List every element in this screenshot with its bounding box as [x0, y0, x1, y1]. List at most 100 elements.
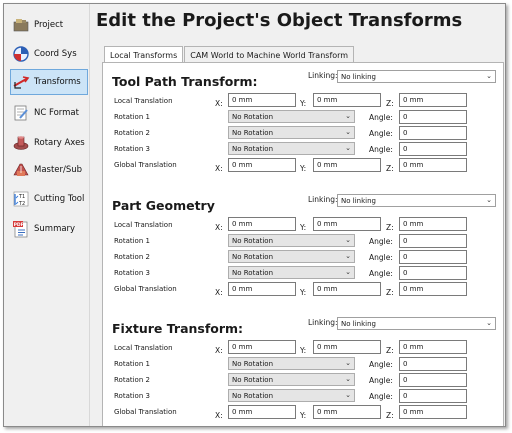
chevron-down-icon: ⌄ [486, 72, 492, 80]
local-x-field[interactable]: 0 mm [228, 217, 296, 231]
global-x-field[interactable]: 0 mm [228, 405, 296, 419]
rotation-2-select[interactable]: No Rotation ⌄ [228, 126, 355, 139]
chevron-down-icon: ⌄ [486, 196, 492, 204]
rotation-3-select[interactable]: No Rotation ⌄ [228, 389, 355, 402]
global-y-field[interactable]: 0 mm [313, 282, 381, 296]
rotation-3-label: Rotation 3 [114, 269, 150, 277]
chevron-down-icon: ⌄ [345, 252, 351, 260]
rotation-3-angle-field[interactable]: 0 [399, 142, 467, 156]
rotation-1-angle-field[interactable]: 0 [399, 357, 467, 371]
global-x-field[interactable]: 0 mm [228, 158, 296, 172]
rotation-2-select[interactable]: No Rotation ⌄ [228, 373, 355, 386]
local-translation-label: Local Translation [114, 97, 173, 105]
sidebar-item-label: Project [34, 20, 64, 30]
svg-text:T1: T1 [18, 194, 25, 200]
z-label: Z: [386, 346, 394, 355]
page-title: Edit the Project's Object Transforms [96, 10, 463, 31]
local-z-field[interactable]: 0 mm [399, 340, 467, 354]
project-icon [11, 15, 31, 35]
sidebar-item-label: Summary [34, 224, 76, 234]
rotation-1-angle-field[interactable]: 0 [399, 110, 467, 124]
master-sub-icon [11, 160, 31, 180]
local-translation-label: Local Translation [114, 344, 173, 352]
rotation-2-angle-field[interactable]: 0 [399, 250, 467, 264]
rotation-3-label: Rotation 3 [114, 145, 150, 153]
sidebar-item-summary[interactable]: PDF Summary [10, 216, 88, 242]
rotation-1-label: Rotation 1 [114, 360, 150, 368]
rotation-3-label: Rotation 3 [114, 392, 150, 400]
rotation-3-select[interactable]: No Rotation ⌄ [228, 266, 355, 279]
tab-cam-world-to-machine-world[interactable]: CAM World to Machine World Transform [184, 46, 355, 63]
linking-value: No linking [341, 72, 376, 81]
y-label: Y: [300, 411, 307, 420]
local-x-field[interactable]: 0 mm [228, 340, 296, 354]
rotation-value: No Rotation [232, 144, 274, 153]
x-label: X: [215, 411, 223, 420]
linking-label: Linking: [308, 71, 338, 80]
rotation-3-angle-field[interactable]: 0 [399, 266, 467, 280]
rotation-2-label: Rotation 2 [114, 129, 150, 137]
angle-label: Angle: [369, 360, 393, 369]
local-y-field[interactable]: 0 mm [313, 340, 381, 354]
coord-sys-icon [11, 44, 31, 64]
z-label: Z: [386, 164, 394, 173]
linking-select[interactable]: No linking ⌄ [337, 70, 496, 83]
rotation-value: No Rotation [232, 252, 274, 261]
sidebar-item-label: Cutting Tool [34, 194, 85, 204]
local-z-field[interactable]: 0 mm [399, 217, 467, 231]
part-geometry-section: Part Geometry Linking: No linking ⌄ Local… [103, 187, 503, 307]
x-label: X: [215, 99, 223, 108]
linking-value: No linking [341, 196, 376, 205]
local-z-field[interactable]: 0 mm [399, 93, 467, 107]
angle-label: Angle: [369, 376, 393, 385]
sidebar-item-label: Rotary Axes [34, 138, 85, 148]
z-label: Z: [386, 411, 394, 420]
rotation-1-select[interactable]: No Rotation ⌄ [228, 110, 355, 123]
angle-label: Angle: [369, 129, 393, 138]
local-y-field[interactable]: 0 mm [313, 217, 381, 231]
sidebar: Project Coord Sys Transforms NC Format R… [4, 4, 90, 426]
rotation-1-select[interactable]: No Rotation ⌄ [228, 234, 355, 247]
sidebar-item-rotary-axes[interactable]: Rotary Axes [10, 130, 88, 156]
rotation-value: No Rotation [232, 375, 274, 384]
sidebar-item-project[interactable]: Project [10, 12, 88, 38]
local-y-field[interactable]: 0 mm [313, 93, 381, 107]
angle-label: Angle: [369, 113, 393, 122]
rotation-2-angle-field[interactable]: 0 [399, 126, 467, 140]
rotation-2-select[interactable]: No Rotation ⌄ [228, 250, 355, 263]
linking-select[interactable]: No linking ⌄ [337, 194, 496, 207]
global-y-field[interactable]: 0 mm [313, 405, 381, 419]
x-label: X: [215, 223, 223, 232]
rotation-2-angle-field[interactable]: 0 [399, 373, 467, 387]
transforms-icon [11, 72, 31, 92]
x-label: X: [215, 288, 223, 297]
sidebar-item-coord-sys[interactable]: Coord Sys [10, 41, 88, 67]
sidebar-item-nc-format[interactable]: NC Format [10, 100, 88, 126]
sidebar-item-cutting-tool[interactable]: T1 T2 Cutting Tool [10, 186, 88, 212]
linking-select[interactable]: No linking ⌄ [337, 317, 496, 330]
global-translation-label: Global Translation [114, 161, 177, 169]
tool-path-transform-section: Tool Path Transform: Linking: No linking… [103, 63, 503, 183]
sidebar-item-transforms[interactable]: Transforms [10, 69, 88, 95]
global-y-field[interactable]: 0 mm [313, 158, 381, 172]
global-x-field[interactable]: 0 mm [228, 282, 296, 296]
rotation-2-label: Rotation 2 [114, 253, 150, 261]
global-z-field[interactable]: 0 mm [399, 282, 467, 296]
x-label: X: [215, 346, 223, 355]
rotation-3-select[interactable]: No Rotation ⌄ [228, 142, 355, 155]
rotation-3-angle-field[interactable]: 0 [399, 389, 467, 403]
z-label: Z: [386, 288, 394, 297]
global-z-field[interactable]: 0 mm [399, 158, 467, 172]
chevron-down-icon: ⌄ [345, 112, 351, 120]
global-z-field[interactable]: 0 mm [399, 405, 467, 419]
section-title: Fixture Transform: [112, 321, 244, 336]
rotation-1-select[interactable]: No Rotation ⌄ [228, 357, 355, 370]
local-x-field[interactable]: 0 mm [228, 93, 296, 107]
rotary-axes-icon [11, 133, 31, 153]
sidebar-item-master-sub[interactable]: Master/Sub [10, 157, 88, 183]
sidebar-item-label: Transforms [34, 77, 81, 87]
svg-text:PDF: PDF [14, 222, 24, 228]
tab-bar: Local Transforms CAM World to Machine Wo… [104, 46, 355, 64]
rotation-1-angle-field[interactable]: 0 [399, 234, 467, 248]
section-title: Tool Path Transform: [112, 74, 258, 89]
